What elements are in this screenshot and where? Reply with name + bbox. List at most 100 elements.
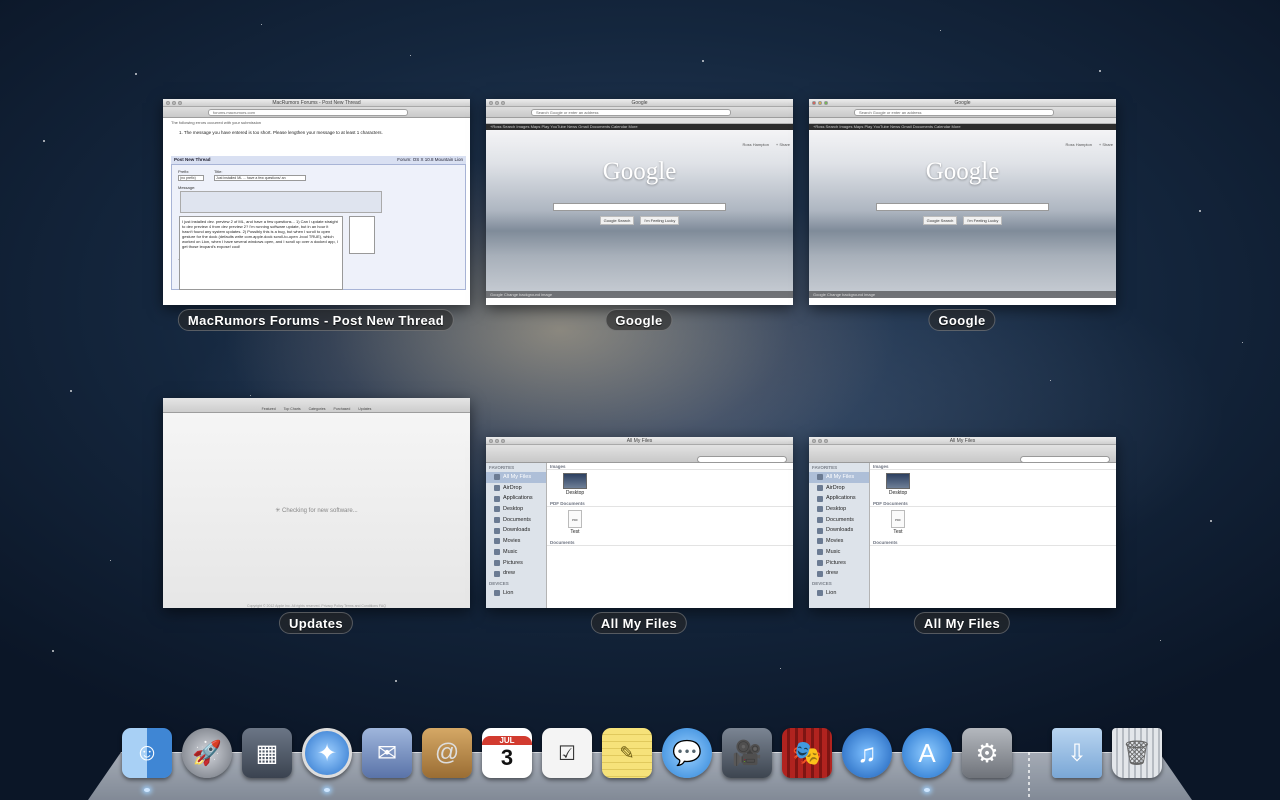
account-name[interactable]: Ross Hampton — [743, 142, 769, 147]
window-google-1[interactable]: Google Search Google or enter an address… — [486, 99, 793, 305]
sidebar-item-desktop[interactable]: Desktop — [486, 504, 546, 515]
dock-photo-booth[interactable]: 🎭 — [780, 726, 834, 780]
finder-search-input[interactable] — [697, 456, 787, 463]
title-bar[interactable]: All My Files — [809, 437, 1116, 445]
dock-messages[interactable]: 💬 — [660, 726, 714, 780]
window-finder-2[interactable]: All My Files FAVORITES All My Files AirD… — [809, 437, 1116, 608]
dock-system-preferences[interactable]: ⚙ — [960, 726, 1014, 780]
file-item[interactable]: PDF Test — [878, 510, 918, 535]
desktop-thumbnail — [886, 473, 910, 489]
toolbar-purchased[interactable]: Purchased — [334, 407, 351, 412]
window-label-finder-1[interactable]: All My Files — [590, 612, 688, 634]
sidebar-item-all-my-files[interactable]: All My Files — [486, 472, 546, 483]
toolbar-featured[interactable]: Featured — [262, 407, 276, 412]
running-indicator — [144, 788, 150, 792]
share-button[interactable]: + Share — [776, 142, 790, 147]
sidebar-item-pictures[interactable]: Pictures — [486, 558, 546, 569]
finder-search-input[interactable] — [1020, 456, 1110, 463]
prefix-select[interactable]: (no prefix) — [178, 175, 204, 181]
dock-notes[interactable]: ✎ — [600, 726, 654, 780]
dock-mail[interactable]: ✉ — [360, 726, 414, 780]
toolbar-categories[interactable]: Categories — [309, 407, 326, 412]
google-search-input[interactable] — [553, 203, 726, 211]
feeling-lucky-button[interactable]: I'm Feeling Lucky — [963, 216, 1003, 225]
dock-itunes[interactable]: ♫ — [840, 726, 894, 780]
google-search-button[interactable]: Google Search — [922, 216, 958, 225]
dock-app-store[interactable]: A — [900, 726, 954, 792]
sidebar-item-applications[interactable]: Applications — [809, 493, 869, 504]
dock-launchpad[interactable]: 🚀 — [180, 726, 234, 780]
sidebar-item-desktop[interactable]: Desktop — [809, 504, 869, 515]
sidebar-item-airdrop[interactable]: AirDrop — [809, 483, 869, 494]
sidebar-item-pictures[interactable]: Pictures — [809, 558, 869, 569]
pictures-icon — [494, 559, 500, 566]
forum-info: Forum: OS X 10.8 Mountain Lion — [397, 157, 463, 162]
account-name[interactable]: Ross Hampton — [1066, 142, 1092, 147]
dock-contacts[interactable]: @ — [420, 726, 474, 780]
spinner-icon: ✳ — [275, 508, 282, 514]
title-bar[interactable]: Google — [809, 99, 1116, 107]
editor-toolbar[interactable] — [180, 191, 382, 213]
sidebar-item-downloads[interactable]: Downloads — [486, 525, 546, 536]
sidebar-item-documents[interactable]: Documents — [486, 515, 546, 526]
sidebar-item-applications[interactable]: Applications — [486, 493, 546, 504]
toolbar-top-charts[interactable]: Top Charts — [284, 407, 301, 412]
sidebar-item-lion[interactable]: Lion — [809, 588, 869, 599]
page-content: The following errors occurred with your … — [163, 118, 470, 304]
sidebar-item-movies[interactable]: Movies — [486, 536, 546, 547]
title-bar[interactable]: Google — [486, 99, 793, 107]
title-input[interactable]: Just installed ML ... have a few questio… — [214, 175, 306, 181]
sidebar-item-label: All My Files — [826, 474, 855, 480]
section-documents: Documents — [547, 539, 793, 546]
window-macrumors[interactable]: MacRumors Forums - Post New Thread forum… — [163, 99, 470, 305]
sidebar-item-drew[interactable]: drew — [486, 568, 546, 579]
sidebar-item-drew[interactable]: drew — [809, 568, 869, 579]
dock-trash[interactable]: 🗑 — [1110, 726, 1164, 780]
dock-applications-folder[interactable]: ⇩ — [1050, 726, 1104, 780]
dock-facetime[interactable]: 🎥 — [720, 726, 774, 780]
sidebar-item-music[interactable]: Music — [809, 547, 869, 558]
file-item[interactable]: Desktop — [878, 473, 918, 496]
sidebar-item-label: All My Files — [503, 474, 532, 480]
window-label-finder-2[interactable]: All My Files — [913, 612, 1011, 634]
sidebar-item-music[interactable]: Music — [486, 547, 546, 558]
dock-finder[interactable]: ☺ — [120, 726, 174, 792]
file-item[interactable]: PDF Test — [555, 510, 595, 535]
smilies-panel[interactable] — [349, 216, 375, 254]
dock-mission-control[interactable]: ▦ — [240, 726, 294, 780]
sidebar-item-lion[interactable]: Lion — [486, 588, 546, 599]
window-label-google-2[interactable]: Google — [928, 309, 996, 331]
message-textarea[interactable]: I just installed dev. preview 2 of ML, a… — [179, 216, 343, 290]
updates-footer[interactable]: Copyright © 2012 Apple Inc. All rights r… — [163, 604, 470, 608]
file-item[interactable]: Desktop — [555, 473, 595, 496]
address-bar[interactable]: Search Google or enter an address — [531, 109, 731, 116]
window-finder-1[interactable]: All My Files FAVORITES All My Files AirD… — [486, 437, 793, 608]
title-bar[interactable]: All My Files — [486, 437, 793, 445]
window-google-2[interactable]: Google Search Google or enter an address… — [809, 99, 1116, 305]
address-bar[interactable]: forums.macrumors.com — [208, 109, 408, 116]
sidebar-item-downloads[interactable]: Downloads — [809, 525, 869, 536]
window-label-macrumors[interactable]: MacRumors Forums - Post New Thread — [177, 309, 455, 331]
window-label-updates[interactable]: Updates — [278, 612, 354, 634]
window-updates[interactable]: Featured Top Charts Categories Purchased… — [163, 398, 470, 608]
toolbar-updates[interactable]: Updates — [358, 407, 371, 412]
sidebar-item-all-my-files[interactable]: All My Files — [809, 472, 869, 483]
google-search-button[interactable]: Google Search — [599, 216, 635, 225]
share-button[interactable]: + Share — [1099, 142, 1113, 147]
sidebar-item-movies[interactable]: Movies — [809, 536, 869, 547]
mail-icon: ✉ — [362, 728, 412, 778]
dock-reminders[interactable]: ☑ — [540, 726, 594, 780]
dock-safari[interactable]: ✦ — [300, 726, 354, 792]
feeling-lucky-button[interactable]: I'm Feeling Lucky — [640, 216, 680, 225]
window-label-google-1[interactable]: Google — [605, 309, 673, 331]
sidebar-item-documents[interactable]: Documents — [809, 515, 869, 526]
title-bar[interactable]: MacRumors Forums - Post New Thread — [163, 99, 470, 107]
google-footer[interactable]: Google Change background image — [486, 291, 793, 298]
browser-toolbar: Search Google or enter an address — [809, 107, 1116, 118]
sidebar-item-airdrop[interactable]: AirDrop — [486, 483, 546, 494]
window-title: Google — [954, 100, 971, 106]
dock-calendar[interactable]: JUL 3 — [480, 726, 534, 780]
google-footer[interactable]: Google Change background image — [809, 291, 1116, 298]
google-search-input[interactable] — [876, 203, 1049, 211]
address-bar[interactable]: Search Google or enter an address — [854, 109, 1054, 116]
